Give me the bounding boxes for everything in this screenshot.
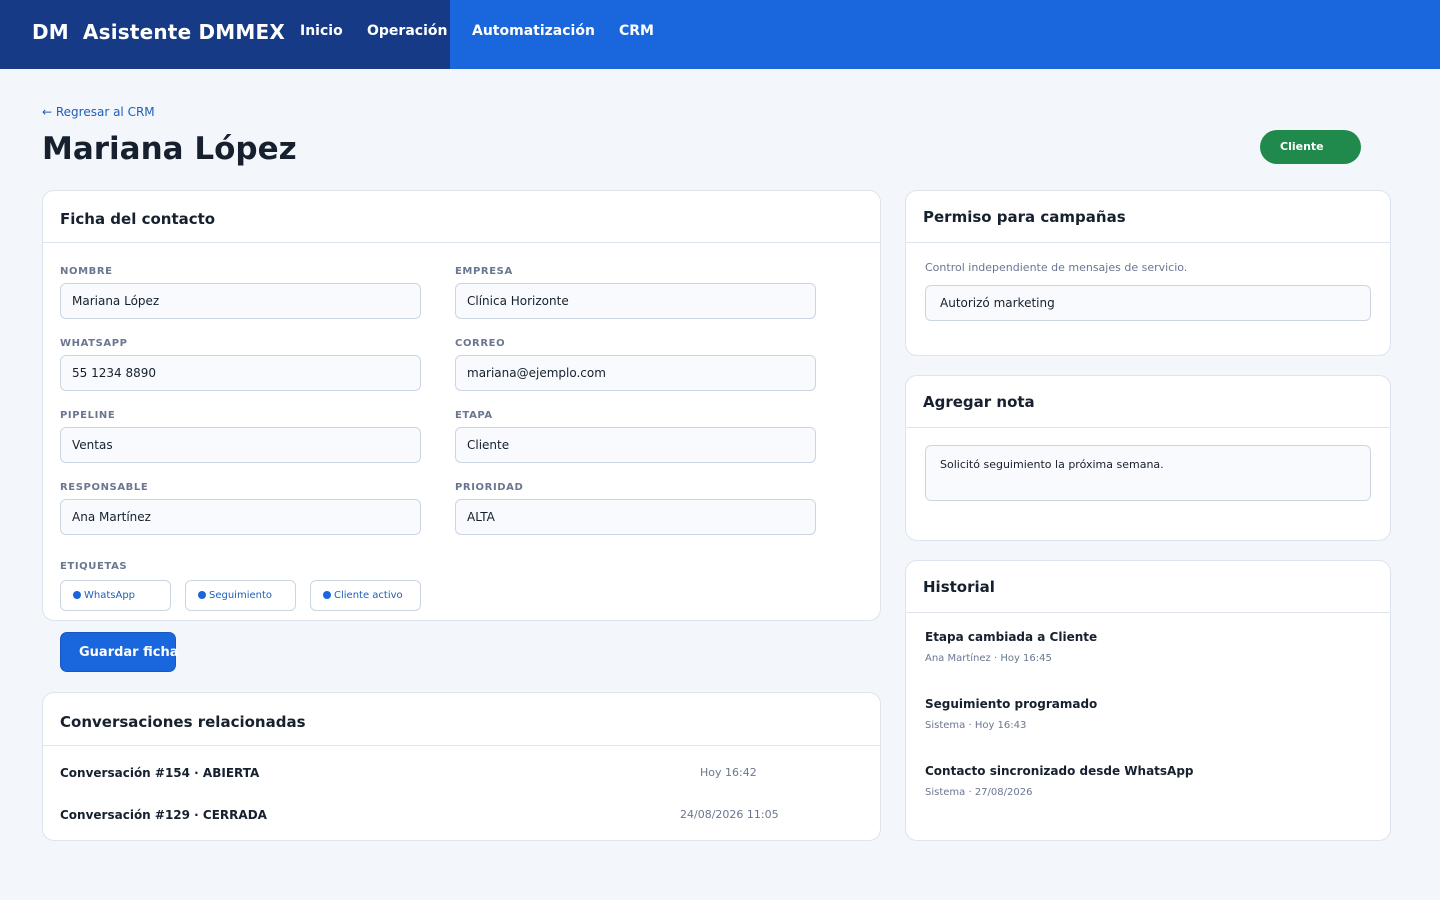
whatsapp-label: WHATSAPP	[60, 338, 128, 349]
etapa-label: ETAPA	[455, 410, 493, 421]
conversation-link-129[interactable]: Conversación #129 · CERRADA	[60, 808, 267, 822]
empresa-label: EMPRESA	[455, 266, 513, 277]
nav-inicio[interactable]: Inicio	[300, 23, 343, 39]
tag-label: Seguimiento	[209, 590, 273, 601]
conversations-card-title: Conversaciones relacionadas	[60, 713, 306, 731]
back-to-crm-link[interactable]: ← Regresar al CRM	[42, 105, 155, 119]
prioridad-field[interactable]: ALTA	[455, 499, 816, 535]
nav-crm[interactable]: CRM	[619, 23, 654, 39]
conversation-link-154[interactable]: Conversación #154 · ABIERTA	[60, 766, 259, 780]
tag-label: Cliente activo	[334, 590, 403, 601]
nombre-label: NOMBRE	[60, 266, 113, 277]
note-card-title: Agregar nota	[923, 393, 1035, 411]
contact-card-title: Ficha del contacto	[60, 210, 216, 228]
tags-label: ETIQUETAS	[60, 561, 128, 572]
tag-dot-icon	[323, 591, 331, 599]
empresa-field[interactable]: Clínica Horizonte	[455, 283, 816, 319]
etapa-field[interactable]: Cliente	[455, 427, 816, 463]
contact-card-header: Ficha del contacto	[43, 191, 880, 243]
note-textarea[interactable]: Solicitó seguimiento la próxima semana.	[925, 445, 1371, 501]
history-item-title: Seguimiento programado	[925, 697, 1098, 711]
campaign-permission-card: Permiso para campañas Control independie…	[905, 190, 1391, 356]
history-item-title: Contacto sincronizado desde WhatsApp	[925, 764, 1194, 778]
page-title: Mariana López	[42, 131, 297, 167]
tag-label: WhatsApp	[84, 590, 136, 601]
conversations-card-header: Conversaciones relacionadas	[43, 693, 880, 746]
history-card-header: Historial	[906, 561, 1390, 613]
status-badge: Cliente	[1260, 130, 1361, 164]
nav-automatizacion[interactable]: Automatización	[472, 23, 595, 39]
tag-cliente-activo[interactable]: Cliente activo	[310, 580, 421, 611]
pipeline-label: PIPELINE	[60, 410, 116, 421]
conversation-time-129: 24/08/2026 11:05	[680, 808, 779, 821]
permission-description: Control independiente de mensajes de ser…	[925, 261, 1188, 274]
app-name: Asistente DMMEX	[82, 20, 285, 44]
app-logo: DM	[32, 20, 69, 44]
responsable-label: RESPONSABLE	[60, 482, 149, 493]
permission-card-title: Permiso para campañas	[923, 208, 1126, 226]
note-card-header: Agregar nota	[906, 376, 1390, 428]
tag-seguimiento[interactable]: Seguimiento	[185, 580, 296, 611]
correo-field[interactable]: mariana@ejemplo.com	[455, 355, 816, 391]
tag-dot-icon	[73, 591, 81, 599]
history-card-title: Historial	[923, 578, 995, 596]
nombre-field[interactable]: Mariana López	[60, 283, 421, 319]
tag-whatsapp[interactable]: WhatsApp	[60, 580, 171, 611]
marketing-permission-select[interactable]: Autorizó marketing	[925, 285, 1371, 321]
history-item-title: Etapa cambiada a Cliente	[925, 630, 1098, 644]
contact-card: Ficha del contacto NOMBRE Mariana López …	[42, 190, 881, 621]
add-note-card: Agregar nota Solicitó seguimiento la pró…	[905, 375, 1391, 541]
history-item-meta: Sistema · 27/08/2026	[925, 787, 1033, 798]
correo-label: CORREO	[455, 338, 506, 349]
tag-dot-icon	[198, 591, 206, 599]
pipeline-field[interactable]: Ventas	[60, 427, 421, 463]
top-navbar: DM Asistente DMMEX Inicio Operación Autom…	[0, 0, 1440, 69]
whatsapp-field[interactable]: 55 1234 8890	[60, 355, 421, 391]
history-item-meta: Sistema · Hoy 16:43	[925, 720, 1027, 731]
permission-card-header: Permiso para campañas	[906, 191, 1390, 243]
related-conversations-card: Conversaciones relacionadas Conversación…	[42, 692, 881, 841]
conversation-time-154: Hoy 16:42	[700, 766, 757, 779]
responsable-field[interactable]: Ana Martínez	[60, 499, 421, 535]
nav-operacion[interactable]: Operación	[367, 23, 447, 39]
save-contact-button[interactable]: Guardar ficha	[60, 632, 179, 672]
history-card: Historial Etapa cambiada a Cliente Ana M…	[905, 560, 1391, 841]
prioridad-label: PRIORIDAD	[455, 482, 524, 493]
history-item-meta: Ana Martínez · Hoy 16:45	[925, 653, 1052, 664]
app-brand[interactable]: DM Asistente DMMEX	[32, 20, 285, 44]
